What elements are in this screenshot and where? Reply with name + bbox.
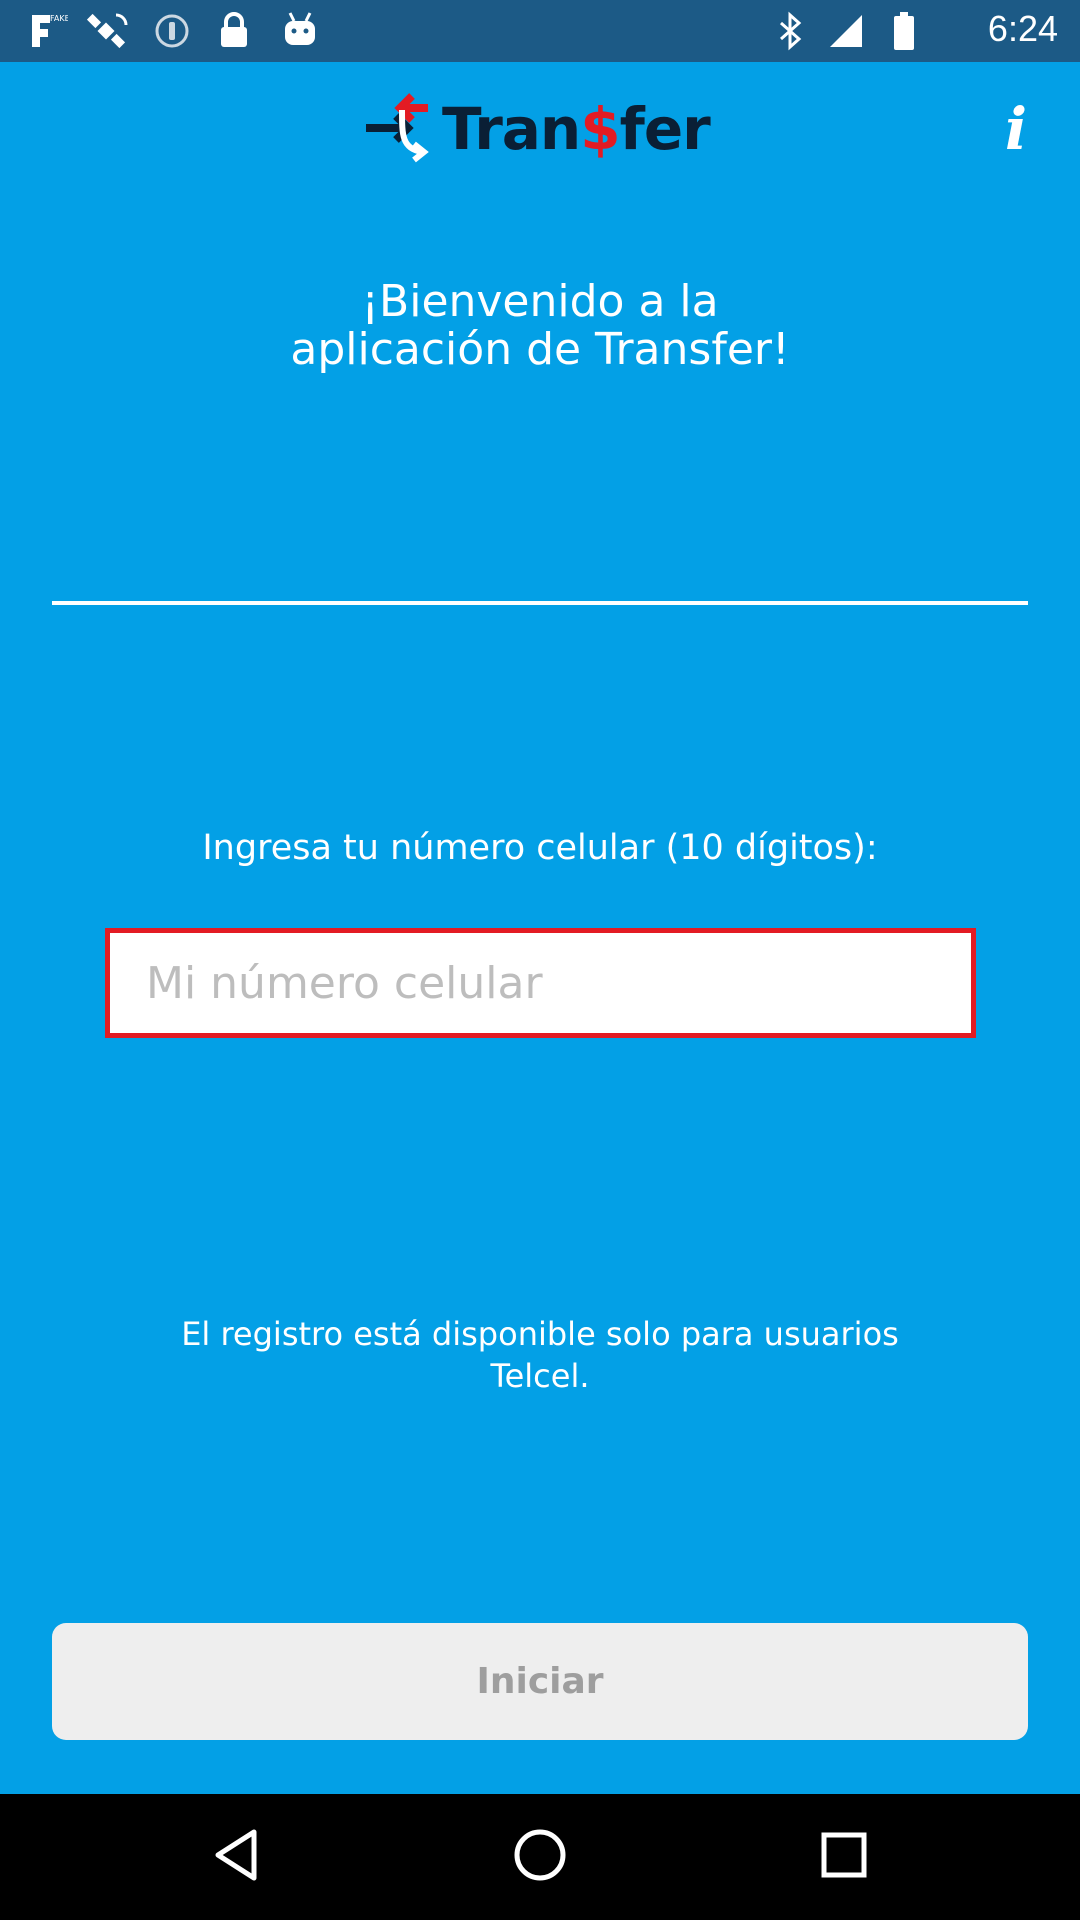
transfer-arrows-icon (362, 86, 434, 172)
battery-icon (890, 10, 918, 52)
signal-icon (826, 10, 866, 52)
transfer-logo: Tran$fer (362, 88, 728, 170)
home-icon (513, 1828, 567, 1886)
recents-button[interactable] (784, 1814, 904, 1900)
phone-number-input[interactable] (105, 928, 976, 1038)
recents-icon (820, 1831, 868, 1883)
welcome-line-2: aplicación de Transfer! (290, 324, 790, 375)
logo-text: Tran$fer (442, 95, 711, 163)
divider (52, 601, 1028, 605)
start-button[interactable]: Iniciar (52, 1623, 1028, 1740)
bluetooth-icon (774, 10, 808, 52)
back-button[interactable] (176, 1814, 296, 1900)
welcome-title: ¡Bienvenido a la aplicación de Transfer! (0, 278, 1080, 374)
status-time: 6:24 (987, 8, 1058, 49)
notice-line-1: El registro está disponible solo para us… (181, 1315, 899, 1353)
lock-icon (214, 10, 254, 52)
info-icon: i (1004, 95, 1028, 163)
home-button[interactable] (480, 1814, 600, 1900)
sync-icon (152, 10, 192, 52)
welcome-line-1: ¡Bienvenido a la (361, 276, 719, 327)
status-bar: FAKE 6:24 (0, 0, 1080, 62)
back-icon (212, 1828, 260, 1886)
svg-text:FAKE: FAKE (50, 14, 68, 23)
info-button[interactable]: i (988, 95, 1044, 163)
android-icon (280, 10, 320, 52)
fake-gps-icon: FAKE (28, 10, 68, 52)
notice-line-2: Telcel. (490, 1357, 590, 1395)
phone-prompt-label: Ingresa tu número celular (10 dígitos): (202, 828, 878, 868)
navigation-bar (0, 1794, 1080, 1920)
telcel-notice: El registro está disponible solo para us… (90, 1313, 990, 1397)
satellite-icon (86, 10, 130, 52)
